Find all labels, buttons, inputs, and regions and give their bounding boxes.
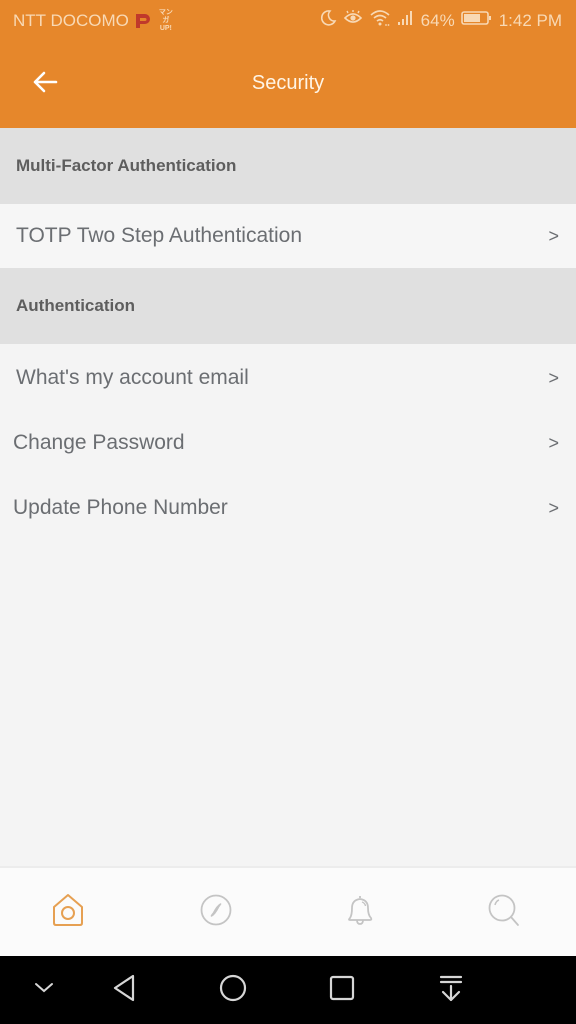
bottom-navigation [0, 866, 576, 956]
do-not-disturb-moon-icon [319, 9, 337, 32]
system-recents-button[interactable] [324, 974, 360, 1006]
chevron-right-icon: > [548, 432, 559, 453]
signal-icon [397, 9, 415, 32]
section-header-authentication: Authentication [0, 268, 576, 344]
list-item-label: Update Phone Number [13, 496, 228, 519]
list-item-label: TOTP Two Step Authentication [16, 224, 303, 247]
list-item-change-password[interactable]: Change Password > [0, 411, 576, 475]
home-icon [51, 893, 85, 932]
back-triangle-icon [111, 973, 137, 1008]
app-bar: Security [0, 40, 576, 128]
section-header-multi-factor: Multi-Factor Authentication [0, 128, 576, 204]
manga-up-icon: マンガ UP! [158, 9, 173, 32]
list-item-account-email[interactable]: What's my account email > [0, 346, 576, 410]
page-title: Security [251, 72, 325, 94]
bell-icon [343, 893, 377, 932]
notification-pull-button[interactable] [433, 974, 469, 1006]
list-item-totp[interactable]: TOTP Two Step Authentication > [0, 204, 576, 268]
status-left: NTT DOCOMO マンガ UP! [13, 9, 175, 33]
notification-pull-icon [438, 973, 464, 1008]
hide-nav-button[interactable] [26, 974, 62, 1006]
list-item-label: Change Password [13, 431, 185, 454]
system-home-button[interactable] [215, 974, 251, 1006]
nav-notifications-button[interactable] [340, 892, 380, 932]
home-circle-icon [218, 973, 248, 1008]
chevron-right-icon: > [548, 225, 559, 246]
hide-nav-chevron-icon [33, 981, 55, 1000]
parler-app-icon [133, 12, 153, 30]
nav-search-button[interactable] [484, 892, 524, 932]
list-item-update-phone[interactable]: Update Phone Number > [0, 476, 576, 540]
status-right: 64% 1:42 PM [319, 9, 562, 32]
recents-square-icon [328, 974, 356, 1007]
security-screen: NTT DOCOMO マンガ UP! 64% 1:42 PM Security … [0, 0, 576, 1024]
battery-icon [460, 9, 493, 32]
system-back-button[interactable] [106, 974, 142, 1006]
carrier-name: NTT DOCOMO [13, 11, 129, 30]
wifi-icon [369, 9, 391, 32]
chevron-right-icon: > [548, 367, 559, 388]
compass-icon [199, 893, 233, 932]
eye-comfort-icon [343, 9, 363, 32]
chevron-right-icon: > [548, 497, 559, 518]
nav-explore-button[interactable] [196, 892, 236, 932]
system-navigation-bar [0, 956, 576, 1024]
list-item-label: What's my account email [16, 366, 249, 389]
battery-percent: 64% [420, 10, 455, 30]
nav-home-button[interactable] [48, 892, 88, 932]
clock: 1:42 PM [498, 10, 562, 30]
search-icon [487, 893, 521, 932]
status-bar: NTT DOCOMO マンガ UP! 64% 1:42 PM [0, 0, 576, 40]
